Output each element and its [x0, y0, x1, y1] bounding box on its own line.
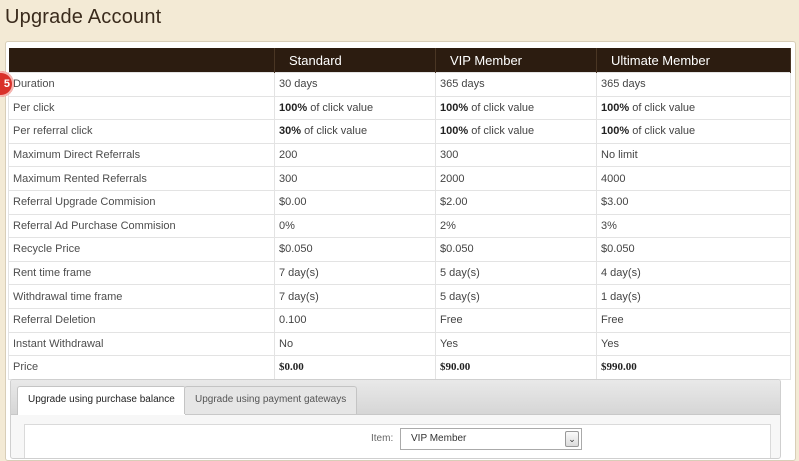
- cell-standard: 7 day(s): [274, 260, 436, 286]
- tab-payment-gateways[interactable]: Upgrade using payment gateways: [184, 386, 358, 414]
- tab-purchase-balance[interactable]: Upgrade using purchase balance: [17, 386, 186, 415]
- cell-percent: 100%: [279, 101, 308, 114]
- cell-standard: 300: [274, 166, 436, 191]
- table-row: Recycle Price $0.050 $0.050 $0.050: [8, 237, 791, 262]
- cell-suffix: of click value: [468, 101, 535, 114]
- table-header-row: Standard VIP Member Ultimate Member: [8, 48, 791, 73]
- table-row: Per referral click 30% of click value 100%…: [8, 119, 791, 144]
- cell-percent: 100%: [601, 101, 630, 114]
- cell-standard: $0.00: [274, 189, 436, 215]
- cell-feature: Rent time frame: [8, 260, 275, 286]
- header-feature: [8, 48, 275, 73]
- cell-ultimate-member: Yes: [596, 331, 791, 357]
- header-standard: Standard: [274, 48, 436, 73]
- cell-ultimate-member: 100% of click value: [596, 95, 791, 121]
- header-ultimate-member: Ultimate Member: [596, 48, 791, 73]
- cell-ultimate-member: Free: [596, 307, 791, 333]
- table-row: Rent time frame 7 day(s) 5 day(s) 4 day(s): [8, 260, 791, 286]
- cell-standard: 30 days: [274, 72, 436, 97]
- cell-vip-member: $2.00: [435, 189, 597, 215]
- cell-feature: Duration: [8, 72, 275, 97]
- cell-standard: 30% of click value: [274, 119, 436, 144]
- cell-feature: Withdrawal time frame: [8, 284, 275, 309]
- table-row: Price $0.00 $90.00 $990.00: [8, 355, 791, 380]
- cell-percent: 100%: [601, 125, 630, 138]
- table-row: Duration 30 days 365 days 365 days: [8, 72, 791, 97]
- cell-standard: 100% of click value: [274, 95, 436, 121]
- cell-ultimate-member: 4000: [596, 166, 791, 191]
- table-row: Referral Deletion 0.100 Free Free: [8, 307, 791, 333]
- tab-content-purchase-balance: Item: VIP Member ⌄: [24, 424, 771, 458]
- cell-vip-member: 5 day(s): [435, 284, 597, 309]
- table-row: Referral Ad Purchase Commision 0% 2% 3%: [8, 213, 791, 239]
- cell-ultimate-member: 365 days: [596, 72, 791, 97]
- item-label: Item:: [371, 433, 394, 444]
- cell-vip-member: 2000: [435, 166, 597, 191]
- cell-feature: Instant Withdrawal: [8, 331, 275, 357]
- cell-feature: Price: [8, 355, 275, 380]
- cell-suffix: of click value: [301, 125, 368, 138]
- table-row: Maximum Direct Referrals 200 300 No limit: [8, 142, 791, 168]
- cell-ultimate-member: $990.00: [596, 355, 791, 380]
- cell-standard: $0.050: [274, 237, 436, 262]
- item-select[interactable]: VIP Member ⌄: [400, 428, 582, 450]
- cell-percent: 30%: [279, 125, 302, 138]
- cell-feature: Referral Deletion: [8, 307, 275, 333]
- cell-standard: 0.100: [274, 307, 436, 333]
- cell-suffix: of click value: [629, 125, 696, 138]
- table-row: Per click 100% of click value 100% of clic…: [8, 95, 791, 121]
- cell-percent: 100%: [440, 101, 469, 114]
- cell-feature: Maximum Direct Referrals: [8, 142, 275, 168]
- item-select-value: VIP Member: [411, 433, 467, 444]
- cell-standard: 200: [274, 142, 436, 168]
- chevron-down-icon[interactable]: ⌄: [565, 431, 579, 447]
- cell-percent: 100%: [440, 125, 469, 138]
- cell-suffix: of click value: [629, 101, 696, 114]
- cell-vip-member: 100% of click value: [435, 95, 597, 121]
- cell-feature: Referral Upgrade Commision: [8, 189, 275, 215]
- cell-feature: Recycle Price: [8, 237, 275, 262]
- cell-standard: $0.00: [274, 355, 436, 380]
- cell-ultimate-member: 1 day(s): [596, 284, 791, 309]
- cell-vip-member: 100% of click value: [435, 119, 597, 144]
- table-row: Referral Upgrade Commision $0.00 $2.00 $3.0…: [8, 189, 791, 215]
- upgrade-tabs: Upgrade using purchase balance Upgrade u…: [10, 379, 781, 459]
- table-row: Maximum Rented Referrals 300 2000 4000: [8, 166, 791, 191]
- cell-ultimate-member: $0.050: [596, 237, 791, 262]
- cell-ultimate-member: 3%: [596, 213, 791, 239]
- membership-comparison-table: Standard VIP Member Ultimate Member Dura…: [8, 48, 791, 380]
- cell-feature: Maximum Rented Referrals: [8, 166, 275, 191]
- cell-ultimate-member: No limit: [596, 142, 791, 168]
- cell-vip-member: Free: [435, 307, 597, 333]
- cell-vip-member: 2%: [435, 213, 597, 239]
- cell-suffix: of click value: [307, 101, 374, 114]
- cell-suffix: of click value: [468, 125, 535, 138]
- cell-standard: No: [274, 331, 436, 357]
- cell-vip-member: $0.050: [435, 237, 597, 262]
- cell-vip-member: 300: [435, 142, 597, 168]
- cell-standard: 0%: [274, 213, 436, 239]
- cell-feature: Per referral click: [8, 119, 275, 144]
- cell-ultimate-member: 100% of click value: [596, 119, 791, 144]
- table-row: Instant Withdrawal No Yes Yes: [8, 331, 791, 357]
- cell-vip-member: $90.00: [435, 355, 597, 380]
- cell-feature: Per click: [8, 95, 275, 121]
- cell-standard: 7 day(s): [274, 284, 436, 309]
- header-vip-member: VIP Member: [435, 48, 597, 73]
- table-row: Withdrawal time frame 7 day(s) 5 day(s) 1 d…: [8, 284, 791, 309]
- cell-vip-member: Yes: [435, 331, 597, 357]
- cell-ultimate-member: 4 day(s): [596, 260, 791, 286]
- page-title: Upgrade Account: [5, 6, 162, 28]
- cell-feature: Referral Ad Purchase Commision: [8, 213, 275, 239]
- cell-vip-member: 5 day(s): [435, 260, 597, 286]
- tab-bar: Upgrade using purchase balance Upgrade u…: [11, 380, 780, 415]
- cell-ultimate-member: $3.00: [596, 189, 791, 215]
- cell-vip-member: 365 days: [435, 72, 597, 97]
